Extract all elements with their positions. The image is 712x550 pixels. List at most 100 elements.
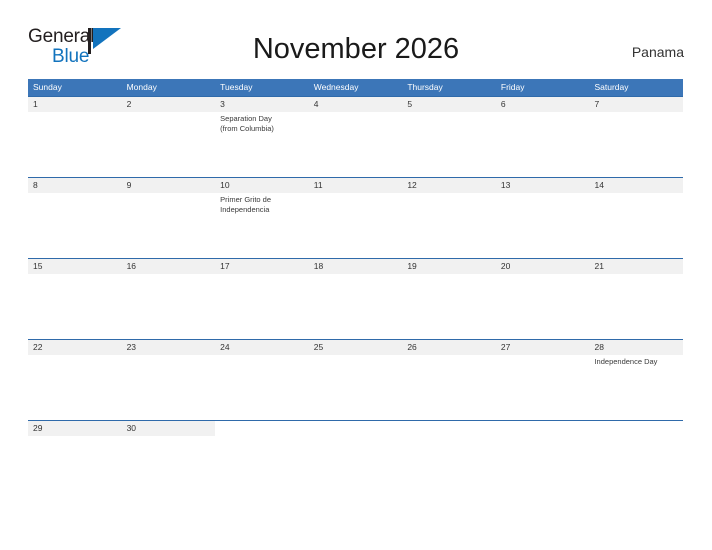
day-cell[interactable] bbox=[28, 193, 122, 258]
week-date-band: 22 23 24 25 26 27 28 bbox=[28, 339, 684, 355]
day-number[interactable]: 11 bbox=[308, 178, 403, 193]
day-number[interactable]: 17 bbox=[215, 259, 309, 274]
day-cell[interactable] bbox=[589, 112, 683, 177]
day-number bbox=[589, 421, 684, 436]
day-number[interactable]: 26 bbox=[402, 340, 496, 355]
day-cell[interactable] bbox=[122, 193, 216, 258]
week-date-band: 29 30 bbox=[28, 420, 684, 436]
week-date-band: 8 9 10 11 12 13 14 bbox=[28, 177, 684, 193]
day-cell[interactable] bbox=[589, 274, 683, 339]
day-cell bbox=[309, 436, 403, 448]
calendar-page: General Blue November 2026 Panama Sunday… bbox=[0, 0, 712, 550]
day-cell[interactable] bbox=[309, 355, 403, 420]
week-row: 29 30 bbox=[28, 420, 684, 448]
day-cell[interactable]: Primer Grito de Independencia bbox=[215, 193, 309, 258]
country-label: Panama bbox=[631, 44, 684, 60]
weekday-header-friday: Friday bbox=[500, 82, 525, 92]
day-cell[interactable] bbox=[402, 274, 496, 339]
week-row: 1 2 3 4 5 6 7 Separation Day (from Colum… bbox=[28, 96, 684, 177]
page-title: November 2026 bbox=[252, 33, 460, 65]
week-event-band bbox=[28, 436, 683, 448]
day-cell bbox=[402, 436, 496, 448]
day-number[interactable]: 27 bbox=[495, 340, 590, 355]
day-number[interactable]: 4 bbox=[308, 97, 403, 112]
weekday-header-row: Sunday Monday Tuesday Wednesday Thursday… bbox=[28, 79, 683, 96]
day-number[interactable]: 7 bbox=[589, 97, 684, 112]
day-cell[interactable] bbox=[496, 193, 590, 258]
day-cell[interactable] bbox=[28, 436, 122, 448]
day-number[interactable]: 2 bbox=[121, 97, 216, 112]
day-cell[interactable] bbox=[496, 112, 590, 177]
day-cell[interactable] bbox=[215, 355, 309, 420]
day-number[interactable]: 19 bbox=[402, 259, 496, 274]
weekday-header-thursday: Thursday bbox=[407, 82, 443, 92]
day-number[interactable]: 10 bbox=[215, 178, 309, 193]
day-cell[interactable] bbox=[122, 112, 216, 177]
day-number[interactable]: 8 bbox=[28, 178, 122, 193]
day-number[interactable]: 6 bbox=[495, 97, 590, 112]
day-cell[interactable] bbox=[122, 274, 216, 339]
day-number[interactable]: 30 bbox=[121, 421, 216, 436]
day-number bbox=[215, 421, 309, 436]
day-number[interactable]: 22 bbox=[28, 340, 122, 355]
day-cell[interactable] bbox=[215, 274, 309, 339]
day-cell[interactable] bbox=[28, 355, 122, 420]
day-number[interactable]: 14 bbox=[589, 178, 684, 193]
day-number[interactable]: 9 bbox=[121, 178, 216, 193]
week-event-band bbox=[28, 274, 683, 339]
day-cell[interactable] bbox=[28, 274, 122, 339]
day-cell[interactable] bbox=[589, 193, 683, 258]
page-header: General Blue November 2026 Panama bbox=[28, 26, 684, 72]
day-cell[interactable] bbox=[309, 112, 403, 177]
day-cell[interactable] bbox=[122, 436, 216, 448]
day-number[interactable]: 25 bbox=[308, 340, 403, 355]
day-event-text: Primer Grito de Independencia bbox=[220, 195, 272, 214]
day-number[interactable]: 16 bbox=[121, 259, 216, 274]
weekday-header-tuesday: Tuesday bbox=[220, 82, 253, 92]
weekday-header-monday: Monday bbox=[126, 82, 157, 92]
day-cell[interactable] bbox=[28, 112, 122, 177]
week-date-band: 1 2 3 4 5 6 7 bbox=[28, 96, 684, 112]
week-date-band: 15 16 17 18 19 20 21 bbox=[28, 258, 684, 274]
day-cell[interactable] bbox=[309, 193, 403, 258]
week-event-band: Independence Day bbox=[28, 355, 683, 420]
day-number[interactable]: 3 bbox=[215, 97, 309, 112]
day-number[interactable]: 28 bbox=[589, 340, 684, 355]
weekday-header-saturday: Saturday bbox=[594, 82, 629, 92]
month-calendar: Sunday Monday Tuesday Wednesday Thursday… bbox=[28, 79, 684, 448]
day-cell[interactable] bbox=[496, 355, 590, 420]
week-row: 8 9 10 11 12 13 14 Primer Grito de Indep… bbox=[28, 177, 684, 258]
day-number[interactable]: 20 bbox=[495, 259, 590, 274]
day-number[interactable]: 24 bbox=[215, 340, 309, 355]
day-number[interactable]: 23 bbox=[121, 340, 216, 355]
weekday-header-wednesday: Wednesday bbox=[313, 82, 359, 92]
week-row: 15 16 17 18 19 20 21 bbox=[28, 258, 684, 339]
day-number[interactable]: 1 bbox=[28, 97, 122, 112]
day-event-text: Separation Day (from Columbia) bbox=[220, 114, 274, 133]
day-event-text: Independence Day bbox=[594, 357, 658, 366]
day-cell[interactable] bbox=[402, 112, 496, 177]
day-number[interactable]: 15 bbox=[28, 259, 122, 274]
day-cell[interactable] bbox=[402, 193, 496, 258]
day-number[interactable]: 12 bbox=[402, 178, 496, 193]
day-cell[interactable]: Independence Day bbox=[589, 355, 683, 420]
week-row: 22 23 24 25 26 27 28 Independence Day bbox=[28, 339, 684, 420]
day-number[interactable]: 21 bbox=[589, 259, 684, 274]
day-cell bbox=[589, 436, 683, 448]
week-event-band: Separation Day (from Columbia) bbox=[28, 112, 683, 177]
day-number bbox=[495, 421, 590, 436]
day-cell[interactable] bbox=[309, 274, 403, 339]
day-number bbox=[402, 421, 496, 436]
day-cell[interactable] bbox=[122, 355, 216, 420]
day-cell[interactable] bbox=[402, 355, 496, 420]
day-cell[interactable]: Separation Day (from Columbia) bbox=[215, 112, 309, 177]
day-number[interactable]: 29 bbox=[28, 421, 122, 436]
day-number[interactable]: 18 bbox=[308, 259, 403, 274]
day-cell[interactable] bbox=[496, 274, 590, 339]
day-number bbox=[308, 421, 403, 436]
day-number[interactable]: 5 bbox=[402, 97, 496, 112]
day-cell bbox=[215, 436, 309, 448]
day-cell bbox=[496, 436, 590, 448]
day-number[interactable]: 13 bbox=[495, 178, 590, 193]
weekday-header-sunday: Sunday bbox=[33, 82, 62, 92]
